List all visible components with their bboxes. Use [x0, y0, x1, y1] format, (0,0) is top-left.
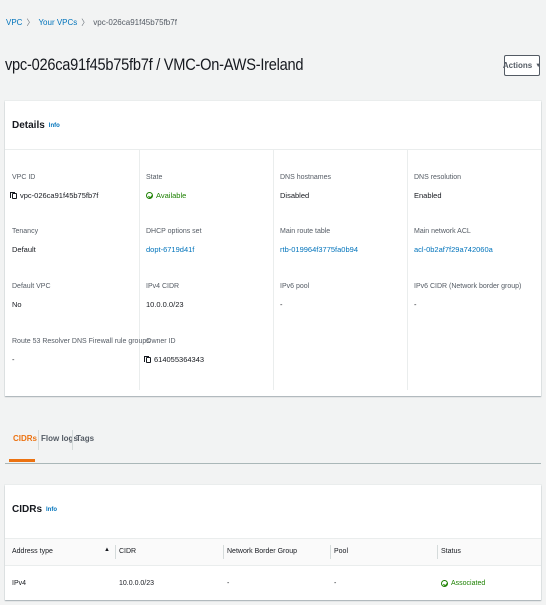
- tab-bar: CIDRs Flow logs Tags: [5, 422, 541, 464]
- cell-status: Associated: [441, 580, 485, 587]
- vpc-id-value: vpc-026ca91f45b75fb7f: [20, 191, 99, 200]
- details-title: Details Info: [12, 120, 60, 131]
- cidrs-info-link[interactable]: Info: [46, 507, 57, 513]
- default-vpc-label: Default VPC: [12, 283, 51, 290]
- main-route-table-link[interactable]: rtb-019964f3775fa0b94: [280, 245, 358, 254]
- page-title: vpc-026ca91f45b75fb7f / VMC-On-AWS-Irela…: [5, 55, 304, 74]
- column-header-network-border-group[interactable]: Network Border Group: [227, 548, 297, 555]
- details-panel: Details Info VPC ID vpc-026ca91f45b75fb7…: [5, 101, 541, 396]
- column-header-pool[interactable]: Pool: [334, 548, 348, 555]
- dhcp-link[interactable]: dopt-6719d41f: [146, 245, 202, 254]
- details-grid: VPC ID vpc-026ca91f45b75fb7f Tenancy Def…: [5, 150, 541, 396]
- vpc-id-value-row: vpc-026ca91f45b75fb7f: [10, 191, 99, 200]
- tenancy-label: Tenancy: [12, 228, 39, 235]
- breadcrumb-your-vpcs[interactable]: Your VPCs: [38, 18, 77, 27]
- active-tab-indicator: [9, 459, 35, 462]
- ipv4-cidr-field: IPv4 CIDR 10.0.0.0/23: [146, 283, 184, 309]
- details-column-1: VPC ID vpc-026ca91f45b75fb7f Tenancy Def…: [5, 150, 150, 390]
- breadcrumb-separator-icon: 〉: [81, 18, 90, 27]
- column-header-status[interactable]: Status: [441, 548, 461, 555]
- details-header: Details Info: [5, 101, 541, 150]
- column-divider: [223, 545, 224, 559]
- tab-cidrs[interactable]: CIDRs: [13, 434, 37, 443]
- dns-hostnames-field: DNS hostnames Disabled: [280, 174, 331, 200]
- route53-value: -: [12, 355, 15, 364]
- cidrs-panel: CIDRs Info Address type ▲ CIDR Network B…: [5, 485, 541, 600]
- breadcrumb-current: vpc-026ca91f45b75fb7f: [93, 18, 177, 27]
- vpc-id-label: VPC ID: [12, 174, 36, 181]
- dns-hostnames-label: DNS hostnames: [280, 174, 331, 181]
- tenancy-value: Default: [12, 245, 36, 254]
- state-label: State: [146, 174, 163, 181]
- column-header-address-type[interactable]: Address type: [12, 548, 53, 555]
- ipv6-cidr-value: -: [414, 300, 417, 309]
- details-title-text: Details: [12, 120, 45, 131]
- dhcp-label: DHCP options set: [146, 228, 202, 235]
- tab-tags[interactable]: Tags: [76, 434, 94, 443]
- ipv6-pool-label: IPv6 pool: [280, 283, 310, 290]
- route53-label: Route 53 Resolver DNS Firewall rule grou…: [12, 338, 150, 345]
- copy-icon[interactable]: [10, 191, 17, 199]
- dns-hostnames-value: Disabled: [280, 191, 310, 200]
- owner-id-label: Owner ID: [146, 338, 176, 345]
- ipv6-cidr-label: IPv6 CIDR (Network border group): [414, 283, 522, 290]
- ipv6-cidr-field: IPv6 CIDR (Network border group) -: [414, 283, 521, 309]
- default-vpc-field: Default VPC No: [12, 283, 51, 309]
- state-value: Available: [156, 191, 187, 200]
- ipv4-cidr-label: IPv4 CIDR: [146, 283, 180, 290]
- ipv6-pool-field: IPv6 pool -: [280, 283, 309, 309]
- cidrs-title: CIDRs Info: [12, 504, 57, 515]
- main-route-table-label: Main route table: [280, 228, 331, 235]
- vpc-id-field: VPC ID vpc-026ca91f45b75fb7f: [10, 174, 99, 200]
- details-info-link[interactable]: Info: [49, 123, 60, 129]
- copy-icon[interactable]: [144, 355, 151, 363]
- owner-id-value: 614055364343: [154, 355, 205, 364]
- details-column-3: DNS hostnames Disabled Main route table …: [273, 150, 408, 390]
- column-header-cidr[interactable]: CIDR: [119, 548, 136, 555]
- breadcrumb-vpc[interactable]: VPC: [6, 18, 22, 27]
- owner-id-field: Owner ID 614055364343: [144, 338, 205, 364]
- main-network-acl-field: Main network ACL acl-0b2af7f29a742060a: [414, 228, 493, 254]
- breadcrumb: VPC 〉 Your VPCs 〉 vpc-026ca91f45b75fb7f: [6, 17, 177, 28]
- ipv6-pool-value: -: [280, 300, 283, 309]
- tab-divider: [72, 430, 73, 450]
- sort-ascending-icon[interactable]: ▲: [104, 547, 110, 553]
- check-circle-icon: [146, 192, 153, 199]
- route53-field: Route 53 Resolver DNS Firewall rule grou…: [12, 338, 150, 364]
- dns-resolution-field: DNS resolution Enabled: [414, 174, 461, 200]
- owner-id-value-row: 614055364343: [144, 355, 205, 364]
- actions-button-label: Actions: [502, 61, 533, 70]
- cell-status-text: Associated: [451, 580, 486, 587]
- column-divider: [330, 545, 331, 559]
- check-circle-icon: [441, 580, 448, 587]
- table-row: IPv4 10.0.0.0/23 - - Associated: [5, 566, 541, 598]
- ipv4-cidr-value: 10.0.0.0/23: [146, 300, 184, 309]
- cidrs-header: CIDRs Info: [5, 485, 541, 539]
- default-vpc-value: No: [12, 300, 22, 309]
- cell-address-type: IPv4: [12, 580, 27, 587]
- tab-divider: [38, 430, 39, 450]
- cell-cidr: 10.0.0.0/23: [119, 580, 155, 587]
- column-divider: [437, 545, 438, 559]
- vpc-details-page: VPC 〉 Your VPCs 〉 vpc-026ca91f45b75fb7f …: [0, 0, 546, 605]
- main-route-table-field: Main route table rtb-019964f3775fa0b94: [280, 228, 358, 254]
- column-divider: [115, 545, 116, 559]
- actions-button[interactable]: Actions ▼: [502, 55, 542, 76]
- details-column-2: State Available DHCP options set dopt-67…: [139, 150, 274, 390]
- tenancy-field: Tenancy Default: [12, 228, 38, 254]
- dhcp-field: DHCP options set dopt-6719d41f: [146, 228, 202, 254]
- table-header: Address type ▲ CIDR Network Border Group…: [5, 539, 541, 566]
- caret-down-icon: ▼: [535, 62, 542, 69]
- breadcrumb-separator-icon: 〉: [26, 18, 35, 27]
- dns-resolution-label: DNS resolution: [414, 174, 462, 181]
- main-network-acl-label: Main network ACL: [414, 228, 471, 235]
- cidrs-title-text: CIDRs: [12, 504, 43, 515]
- cell-pool: -: [334, 580, 337, 587]
- details-column-4: DNS resolution Enabled Main network ACL …: [407, 150, 541, 390]
- dns-resolution-value: Enabled: [414, 191, 442, 200]
- main-network-acl-link[interactable]: acl-0b2af7f29a742060a: [414, 245, 493, 254]
- state-value-row: Available: [146, 191, 186, 200]
- cell-network-border-group: -: [227, 580, 230, 587]
- state-field: State Available: [146, 174, 186, 200]
